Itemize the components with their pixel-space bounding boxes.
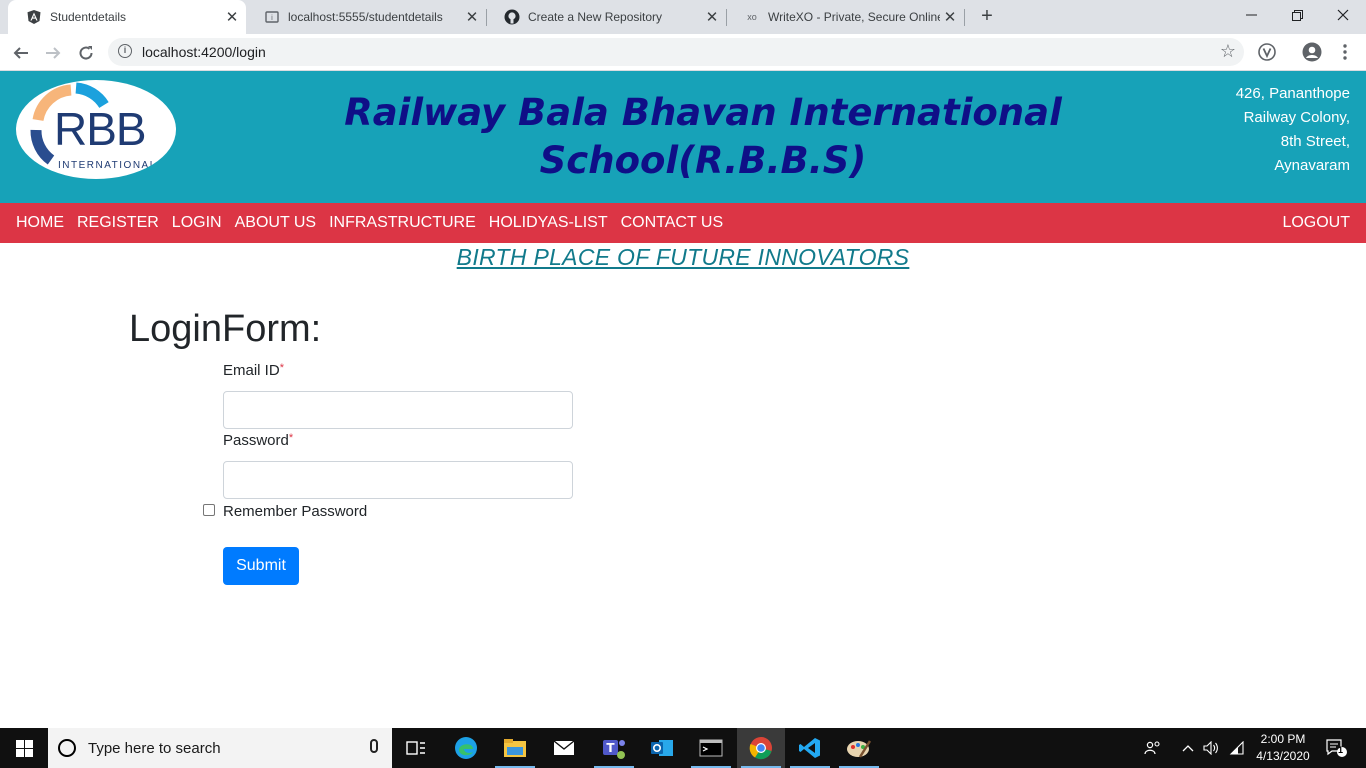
reload-icon[interactable] [73, 40, 99, 66]
terminal-icon[interactable] [687, 728, 735, 768]
address-line: Aynavaram [1274, 157, 1350, 174]
svg-text:T: T [606, 741, 615, 755]
school-logo: RBB INTERNATIONAL [16, 80, 176, 179]
close-tab-icon[interactable]: ✕ [702, 8, 722, 26]
main-navbar: HOME REGISTER LOGIN ABOUT US INFRASTRUCT… [0, 203, 1366, 243]
url-text: localhost:4200/login [142, 44, 266, 60]
tab-localhost-5555[interactable]: i localhost:5555/studentdetails ✕ [246, 0, 486, 34]
chevron-up-icon[interactable] [1180, 728, 1196, 768]
windows-taskbar: Type here to search T 2:00 PM 4/13/2020 … [0, 728, 1366, 768]
menu-kebab-icon[interactable] [1334, 41, 1356, 63]
notification-count: 1 [1338, 745, 1344, 755]
close-window-icon[interactable] [1320, 0, 1366, 30]
close-tab-icon[interactable]: ✕ [222, 8, 242, 26]
edge-icon[interactable] [442, 728, 490, 768]
volume-icon[interactable] [1202, 728, 1220, 768]
form-title: LoginForm: [129, 308, 322, 350]
nav-holidays-list[interactable]: HOLIDYAS-LIST [489, 214, 608, 232]
site-header: RBB INTERNATIONAL Railway Bala Bhavan In… [0, 71, 1366, 203]
site-info-icon[interactable]: i [118, 44, 132, 58]
nav-register[interactable]: REGISTER [77, 214, 159, 232]
required-mark: * [288, 432, 294, 444]
tab-writexo[interactable]: xo WriteXO - Private, Secure Online ✕ [726, 0, 964, 34]
vscode-icon[interactable] [786, 728, 834, 768]
school-title-line2: School(R.B.B.S) [539, 139, 867, 182]
logo-text: RBB [54, 103, 147, 155]
teams-icon[interactable]: T [590, 728, 638, 768]
angular-icon [26, 9, 42, 25]
tab-title: WriteXO - Private, Secure Online [768, 10, 940, 24]
wifi-icon[interactable] [1228, 728, 1246, 768]
search-placeholder: Type here to search [88, 740, 221, 757]
cortana-icon [58, 739, 76, 757]
required-mark: * [279, 362, 284, 374]
tab-title: localhost:5555/studentdetails [288, 10, 443, 24]
nav-logout[interactable]: LOGOUT [1282, 214, 1350, 232]
file-explorer-icon[interactable] [491, 728, 539, 768]
windows-start-icon[interactable] [0, 728, 48, 768]
address-line: 426, Pananthope [1235, 85, 1350, 102]
tab-create-repository[interactable]: Create a New Repository ✕ [486, 0, 726, 34]
email-label: Email ID* [223, 362, 284, 379]
school-title-line1: Railway Bala Bhavan International [344, 91, 1062, 134]
remember-password-label: Remember Password [223, 503, 368, 520]
outlook-icon[interactable] [638, 728, 686, 768]
microphone-icon[interactable] [370, 739, 378, 753]
close-tab-icon[interactable]: ✕ [940, 8, 960, 26]
password-label: Password* [223, 432, 293, 449]
school-title: Railway Bala Bhavan International School… [340, 89, 1066, 185]
remember-password-checkbox[interactable] [203, 504, 215, 516]
address-line: 8th Street, [1280, 133, 1350, 150]
task-view-icon[interactable] [392, 728, 440, 768]
tagline: BIRTH PLACE OF FUTURE INNOVATORS [456, 244, 910, 270]
tab-studentdetails[interactable]: Studentdetails ✕ [8, 0, 246, 34]
restore-icon[interactable] [1274, 0, 1320, 30]
svg-text:i: i [271, 14, 273, 22]
nav-infrastructure[interactable]: INFRASTRUCTURE [329, 214, 476, 232]
taskbar-search-box[interactable]: Type here to search [48, 728, 392, 768]
nav-home[interactable]: HOME [16, 214, 64, 232]
logo-subtext: INTERNATIONAL [58, 160, 157, 171]
forward-icon[interactable] [40, 40, 66, 66]
people-icon[interactable] [1142, 728, 1164, 768]
nav-contact-us[interactable]: CONTACT US [621, 214, 724, 232]
github-icon [504, 9, 520, 25]
nav-login[interactable]: LOGIN [172, 214, 222, 232]
back-icon[interactable] [8, 40, 34, 66]
profile-icon[interactable] [1301, 41, 1323, 63]
tab-title: Studentdetails [50, 10, 127, 24]
mail-icon[interactable] [540, 728, 588, 768]
submit-button[interactable]: Submit [223, 547, 299, 585]
tab-title: Create a New Repository [528, 10, 663, 24]
chrome-icon[interactable] [737, 728, 785, 768]
nav-about-us[interactable]: ABOUT US [235, 214, 317, 232]
email-label-text: Email ID [223, 362, 280, 379]
close-tab-icon[interactable]: ✕ [462, 8, 482, 26]
address-line: Railway Colony, [1243, 109, 1350, 126]
paint-icon[interactable] [835, 728, 883, 768]
email-field[interactable] [223, 391, 573, 429]
notification-center-icon[interactable]: 1 [1322, 728, 1350, 768]
address-bar[interactable]: i localhost:4200/login ☆ [108, 38, 1244, 66]
browser-toolbar: i localhost:4200/login ☆ [0, 34, 1366, 71]
password-label-text: Password [223, 432, 289, 449]
tab-separator [964, 9, 965, 26]
vivaldi-extension-icon[interactable] [1256, 41, 1278, 63]
clock-time: 2:00 PM [1260, 732, 1306, 746]
browser-tabstrip: Studentdetails ✕ i localhost:5555/studen… [0, 0, 1366, 34]
clock-date: 4/13/2020 [1256, 749, 1310, 763]
xo-icon: xo [747, 12, 757, 22]
password-field[interactable] [223, 461, 573, 499]
minimize-icon[interactable] [1228, 0, 1274, 30]
taskbar-clock[interactable]: 2:00 PM 4/13/2020 [1248, 731, 1318, 765]
school-address: 426, Pananthope Railway Colony, 8th Stre… [1236, 82, 1350, 178]
new-tab-icon[interactable]: + [976, 5, 998, 27]
page-icon: i [264, 9, 280, 25]
bookmark-star-icon[interactable]: ☆ [1220, 41, 1236, 62]
